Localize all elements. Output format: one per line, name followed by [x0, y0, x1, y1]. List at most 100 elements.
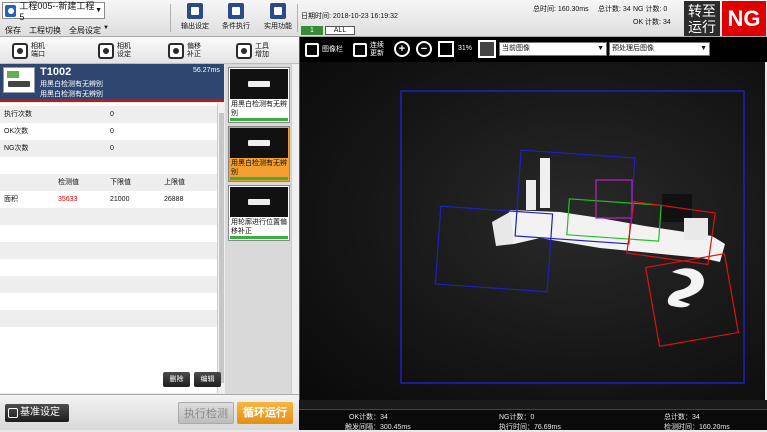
add-tool-icon: [236, 43, 252, 59]
area-upper-value: 26888: [164, 196, 184, 203]
exec-count-value: 0: [110, 111, 114, 118]
status-bar: [230, 236, 288, 239]
delete-button[interactable]: 删除: [163, 372, 190, 387]
flow-item-selected[interactable]: 用黑白检测有无辨别: [228, 126, 290, 182]
table-row: OK次数 0: [0, 123, 217, 140]
continuous-update-label: 连续 更新: [370, 41, 384, 57]
ng-count-label: NG次数: [4, 145, 29, 152]
continuous-update-button[interactable]: 连续 更新: [353, 40, 384, 59]
table-row: [0, 259, 217, 276]
chevron-down-icon: ▼: [700, 45, 707, 52]
add-tool-button[interactable]: 工具 增加: [236, 40, 269, 62]
status-ok-count: OK计数：34: [349, 414, 388, 421]
result-indicator: NG: [722, 1, 766, 36]
camera-port-button[interactable]: 相机 端口: [12, 40, 45, 62]
menu-project-switch[interactable]: 工程切换: [26, 25, 64, 36]
ok-count-label: OK次数: [4, 128, 29, 135]
output-settings-label: 输出设定: [181, 23, 209, 30]
chevron-down-icon: ▼: [597, 45, 604, 52]
status-bar: [230, 177, 288, 180]
preprocessed-image-select[interactable]: 预处理后图像 ▼: [609, 42, 710, 56]
base-settings-label: 基准设定: [20, 407, 60, 418]
col-header-lower: 下限值: [110, 179, 131, 186]
area-detect-value: 35633: [58, 196, 78, 203]
detect-roi-magenta: [595, 179, 633, 219]
inspection-canvas: [400, 90, 745, 384]
preprocessed-image-value: 预处理后图像: [612, 45, 654, 52]
camera-settings-label: 相机 设定: [117, 43, 131, 58]
scrollbar-thumb[interactable]: [219, 113, 224, 383]
execute-detection-button[interactable]: 执行检测: [178, 402, 234, 424]
flow-item[interactable]: 用黑白检测有无辨别: [228, 67, 290, 123]
crosshair-icon[interactable]: [478, 40, 496, 58]
menu-save[interactable]: 保存: [2, 25, 24, 36]
output-settings-button[interactable]: 输出设定: [177, 3, 213, 35]
switch-to-run-button[interactable]: 转至运行: [684, 1, 720, 36]
status-detect-time: 检测时间：160.20ms: [664, 424, 730, 431]
app-logo-icon: [5, 4, 17, 17]
camera-settings-icon: [98, 43, 114, 59]
ng-count-value: 0: [110, 145, 114, 152]
edit-button[interactable]: 编辑: [194, 372, 221, 387]
menu-global-settings[interactable]: 全局设定: [66, 25, 104, 36]
zoom-in-icon[interactable]: +: [394, 41, 410, 57]
table-row: [0, 242, 217, 259]
image-toolbar: 图像栏 连续 更新 + − 31% 当前图像 ▼ 预处理后图像 ▼: [299, 37, 767, 62]
badge-all[interactable]: ALL: [325, 26, 355, 35]
offset-correction-label: 偏移 补正: [187, 43, 201, 58]
utility-label: 实用功能: [264, 23, 292, 30]
camera-port-label: 相机 端口: [31, 43, 45, 58]
col-header-upper: 上限值: [164, 179, 185, 186]
area-label: 面积: [4, 196, 18, 203]
total-count: 总计数: 34: [598, 6, 631, 13]
left-toolbar: 相机 端口 相机 设定 偏移 补正 工具 增加: [0, 37, 299, 64]
table-row: 面积 35633 21000 26888: [0, 191, 217, 208]
viewport-hscrollbar[interactable]: [299, 400, 767, 409]
ng-roi-secondary: [644, 252, 740, 348]
image-bar-label: 图像栏: [322, 45, 343, 53]
flow-item[interactable]: 用轮廓进行位置偏移补正: [228, 185, 290, 241]
tool-name-secondary: 用黑白检测有无辨别: [40, 91, 103, 98]
tool-name: 用黑白检测有无辨别: [40, 81, 103, 88]
zoom-level: 31%: [458, 45, 473, 52]
conditional-exec-button[interactable]: 条件执行: [218, 3, 254, 35]
selected-tool-header[interactable]: T1002 56.27ms 用黑白检测有无辨别 用黑白检测有无辨别: [0, 64, 224, 102]
tool-thumbnail-icon: [3, 67, 35, 93]
current-image-value: 当前图像: [502, 45, 530, 52]
top-bar: 工程005--新建工程5 ▼ 保存 工程切换 全局设定 ▼ 输出设定 条件执行 …: [0, 0, 767, 37]
loop-run-button[interactable]: 循环运行: [237, 402, 293, 424]
chevron-down-icon: ▼: [95, 7, 102, 14]
total-time: 总时间: 160.30ms: [533, 6, 589, 13]
project-select[interactable]: 工程005--新建工程5 ▼: [2, 1, 105, 22]
status-trigger-interval: 触发间隔：300.45ms: [345, 424, 411, 431]
image-viewport[interactable]: [299, 62, 765, 409]
offset-correction-button[interactable]: 偏移 补正: [168, 40, 201, 62]
zoom-out-icon[interactable]: −: [416, 41, 432, 57]
image-bar-button[interactable]: 图像栏: [305, 40, 343, 59]
utility-button[interactable]: 实用功能: [260, 3, 296, 35]
table-row: NG次数 0: [0, 140, 217, 157]
table-row: [0, 157, 217, 174]
conditional-exec-label: 条件执行: [222, 23, 250, 30]
status-exec-time: 执行时间：76.69ms: [499, 424, 561, 431]
flow-item-label: 用黑白检测有无辨别: [231, 160, 287, 176]
area-lower-value: 21000: [110, 196, 130, 203]
status-bar: OK计数：34 NG计数：0 总计数：34 触发间隔：300.45ms 执行时间…: [299, 409, 767, 431]
switch-to-run-label: 转至运行: [688, 3, 716, 35]
project-name: 工程005--新建工程5: [19, 1, 95, 22]
conditional-exec-icon: [228, 3, 244, 19]
table-scrollbar[interactable]: [217, 103, 225, 393]
badge-one[interactable]: 1: [301, 26, 323, 35]
camera-settings-button[interactable]: 相机 设定: [98, 40, 131, 62]
output-settings-icon: [187, 3, 203, 19]
col-header-detect: 检测值: [58, 179, 79, 186]
global-settings-dropdown-icon: ▼: [103, 25, 109, 31]
fit-to-screen-icon[interactable]: [438, 41, 454, 57]
table-row: [0, 225, 217, 242]
base-settings-button[interactable]: 基准设定: [5, 404, 69, 422]
settings-icon: [8, 408, 18, 418]
offset-correction-icon: [168, 43, 184, 59]
current-image-select[interactable]: 当前图像 ▼: [499, 42, 607, 56]
bottom-action-bar: 基准设定 执行检测 循环运行: [0, 394, 299, 430]
flow-scrollbar[interactable]: [291, 64, 299, 394]
